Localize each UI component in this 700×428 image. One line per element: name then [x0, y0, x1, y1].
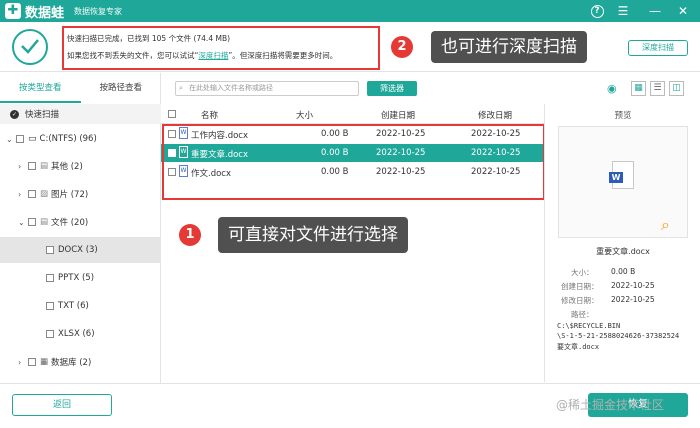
checkbox[interactable] [46, 274, 54, 282]
path-label: 路径： [571, 310, 594, 319]
filter-button[interactable]: 筛选器 [367, 81, 417, 96]
checkbox[interactable] [28, 190, 36, 198]
tree-item-images[interactable]: › ▨ 图片 (72) [0, 181, 161, 207]
select-all-checkbox[interactable] [168, 110, 176, 118]
checkbox[interactable] [28, 358, 36, 366]
checkbox[interactable] [16, 135, 24, 143]
app-subtitle: 数据恢复专家 [74, 6, 123, 16]
tree-item-txt[interactable]: TXT (6) [0, 293, 161, 319]
app-logo-icon: ✚ [5, 3, 21, 19]
callout-badge-2: 2 [391, 36, 413, 58]
quick-scan-label: 快速扫描 [25, 110, 60, 120]
col-created[interactable]: 创建日期 [381, 109, 415, 121]
size-label: 大小： [571, 268, 594, 277]
chevron-right-icon[interactable]: › [18, 190, 28, 199]
path-line-3: 要文章.docx [557, 343, 600, 351]
path-line-2: \S-1-5-21-2588024626-37382524 [557, 332, 680, 340]
close-icon[interactable]: ✕ [672, 0, 694, 22]
modified-label: 修改日期： [561, 296, 599, 305]
col-modified[interactable]: 修改日期 [478, 109, 512, 121]
search-placeholder: 在此处输入文件名称或路径 [189, 84, 273, 92]
drive-icon: ▭ [28, 134, 37, 144]
tree-item-drive[interactable]: ⌄ ▭ C:(NTFS) (96) [0, 126, 161, 152]
minimize-icon[interactable]: — [644, 0, 666, 22]
chevron-down-icon[interactable]: ⌄ [18, 218, 28, 227]
view-tabs: 按类型查看 按路径查看 [0, 73, 161, 103]
tree-label: 图片 (72) [51, 190, 89, 200]
scan-complete-check-icon [12, 29, 48, 65]
modified-value: 2022-10-25 [611, 295, 655, 304]
detail-view-icon[interactable]: ◫ [669, 81, 684, 96]
check-circle-icon: ✓ [10, 109, 19, 119]
chevron-right-icon[interactable]: › [18, 358, 28, 367]
status-highlight-box [62, 26, 380, 70]
grid-view-icon[interactable]: ▦ [631, 81, 646, 96]
word-document-icon: W [609, 161, 634, 189]
col-name[interactable]: 名称 [201, 109, 218, 121]
document-icon: ▤ [40, 217, 49, 227]
created-value: 2022-10-25 [611, 281, 655, 290]
preview-title: 预览 [614, 111, 632, 121]
tree-label: 其他 (2) [51, 162, 83, 172]
file-table-header: 名称 大小 创建日期 修改日期 [161, 104, 544, 124]
checkbox[interactable] [28, 218, 36, 226]
tab-by-path[interactable]: 按路径查看 [81, 73, 162, 103]
search-icon: ⌕ [179, 84, 183, 92]
chevron-right-icon[interactable]: › [18, 162, 28, 171]
zoom-icon[interactable]: ⌕ [661, 215, 670, 235]
tree-label: XLSX (6) [58, 329, 95, 339]
search-input[interactable]: ⌕ 在此处输入文件名称或路径 [175, 81, 359, 96]
tree-item-xlsx[interactable]: XLSX (6) [0, 321, 161, 347]
tree-item-other[interactable]: › ▤ 其他 (2) [0, 153, 161, 179]
tree-label: PPTX (5) [58, 273, 95, 283]
preview-panel: 预览 W ⌕ 重要文章.docx 大小： 0.00 B 创建日期： 2022-1… [544, 104, 700, 382]
callout-deep-scan: 也可进行深度扫描 [431, 31, 587, 63]
path-line-1: C:\$RECYCLE.BIN [557, 322, 621, 330]
back-button[interactable]: 返回 [12, 394, 112, 416]
watermark: @稀土掘金技术社区 [556, 398, 665, 412]
database-icon: ▦ [40, 357, 49, 367]
list-view-icon[interactable]: ☰ [650, 81, 665, 96]
checkbox[interactable] [46, 302, 54, 310]
tree-label: DOCX (3) [58, 245, 98, 255]
title-bar: ✚ 数据蛙 数据恢复专家 ? ☰ — ✕ [0, 0, 700, 22]
eye-icon[interactable]: ◉ [607, 82, 617, 95]
tree-item-docx[interactable]: DOCX (3) [0, 237, 161, 263]
tree-label: 数据库 (2) [51, 358, 92, 368]
checkbox[interactable] [46, 246, 54, 254]
tree-item-database[interactable]: › ▦ 数据库 (2) [0, 349, 161, 375]
tree-label: 文件 (20) [51, 218, 89, 228]
file-list-highlight-box [162, 124, 545, 200]
tree-item-pptx[interactable]: PPTX (5) [0, 265, 161, 291]
tab-by-type[interactable]: 按类型查看 [0, 73, 81, 103]
preview-file-name: 重要文章.docx [596, 247, 650, 256]
preview-box: W ⌕ [558, 126, 688, 238]
left-panel: 按类型查看 按路径查看 ✓ 快速扫描 ⌄ ▭ C:(NTFS) (96) › ▤ 其他 … [0, 73, 161, 383]
folder-icon: ▤ [40, 161, 49, 171]
col-size[interactable]: 大小 [296, 109, 313, 121]
deep-scan-button[interactable]: 深度扫描 [628, 40, 688, 56]
checkbox[interactable] [46, 330, 54, 338]
chevron-down-icon[interactable]: ⌄ [6, 135, 16, 144]
file-toolbar: ⌕ 在此处输入文件名称或路径 筛选器 ◉ ▦ ☰ ◫ [161, 76, 700, 102]
help-icon[interactable]: ? [586, 0, 608, 22]
tree-label: TXT (6) [58, 301, 89, 311]
callout-badge-1: 1 [179, 224, 201, 246]
image-icon: ▨ [40, 189, 49, 199]
size-value: 0.00 B [611, 267, 636, 276]
checkbox[interactable] [28, 162, 36, 170]
tree-item-docs[interactable]: ⌄ ▤ 文件 (20) [0, 209, 161, 235]
menu-icon[interactable]: ☰ [612, 0, 634, 22]
tree-label: C:(NTFS) (96) [39, 134, 97, 144]
created-label: 创建日期： [561, 282, 599, 291]
callout-select-files: 可直接对文件进行选择 [218, 217, 408, 253]
app-name: 数据蛙 [25, 5, 65, 21]
quick-scan-row[interactable]: ✓ 快速扫描 [0, 104, 161, 124]
